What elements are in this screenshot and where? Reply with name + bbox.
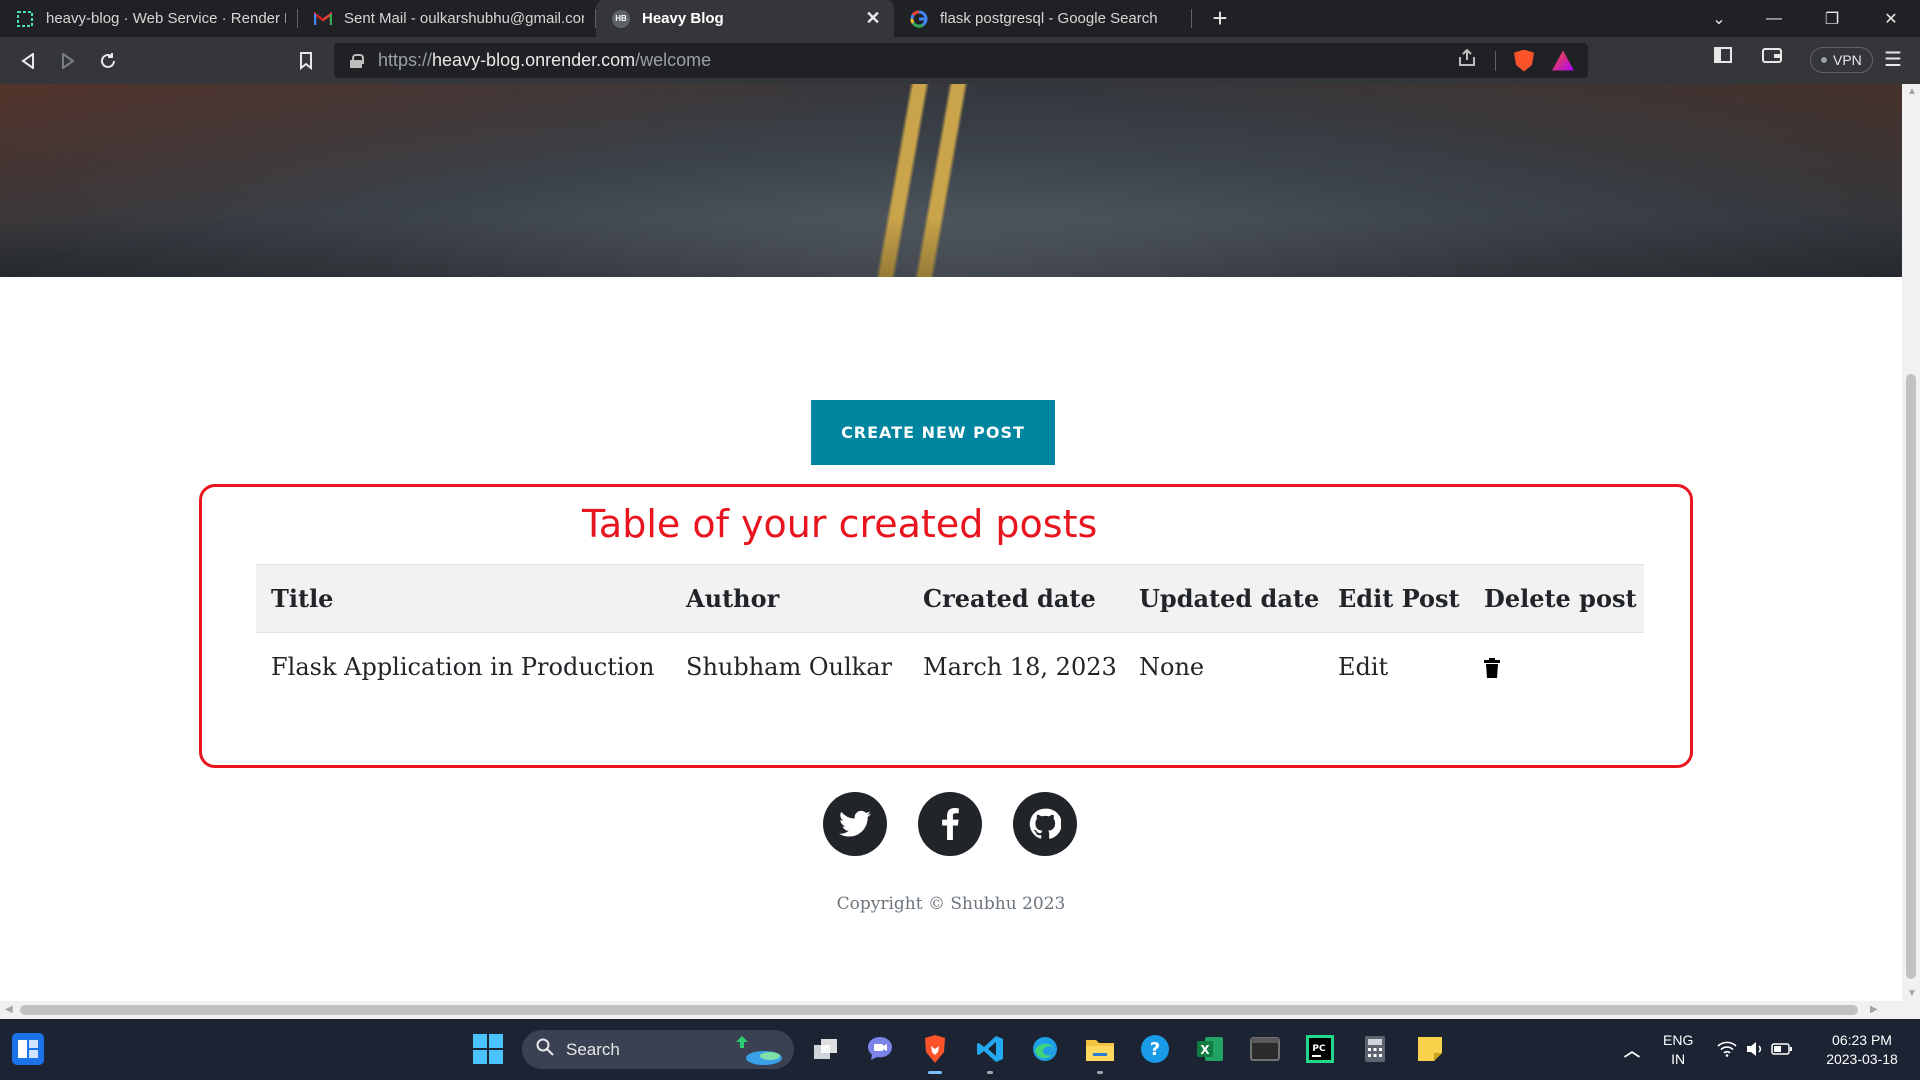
annotation-label: Table of your created posts: [582, 502, 1098, 546]
posts-table: Title Author Created date Updated date E…: [256, 564, 1644, 701]
sticky-notes-icon[interactable]: [1414, 1033, 1446, 1065]
taskbar-search[interactable]: Search: [522, 1030, 794, 1069]
sidebar-toggle-icon[interactable]: [1714, 47, 1732, 68]
pycharm-icon[interactable]: PC: [1304, 1033, 1336, 1065]
bookmark-icon[interactable]: [292, 47, 320, 75]
heavy-blog-favicon: HB: [612, 9, 630, 28]
tab-label: flask postgresql - Google Search: [940, 10, 1158, 27]
lock-icon[interactable]: [350, 53, 364, 68]
tab-heavy-blog[interactable]: HB Heavy Blog ✕: [596, 0, 894, 37]
excel-icon[interactable]: X: [1194, 1033, 1226, 1065]
svg-text:PC: PC: [1312, 1044, 1326, 1054]
vscode-icon[interactable]: [974, 1033, 1006, 1065]
edit-post-link[interactable]: Edit: [1323, 633, 1469, 701]
file-explorer-icon[interactable]: [1084, 1033, 1116, 1065]
help-icon[interactable]: ?: [1139, 1033, 1171, 1065]
tab-label: Sent Mail - oulkarshubhu@gmail.com: [344, 10, 584, 27]
vertical-scrollbar[interactable]: ▲ ▼: [1902, 84, 1920, 1001]
google-icon: [910, 10, 928, 28]
post-title: Flask Application in Production: [271, 652, 655, 681]
brave-browser-icon[interactable]: [919, 1033, 951, 1065]
calculator-icon[interactable]: [1359, 1033, 1391, 1065]
horizontal-scrollbar[interactable]: ◀ ▶: [0, 1001, 1920, 1019]
new-tab-button[interactable]: +: [1200, 0, 1240, 37]
svg-text:X: X: [1200, 1043, 1210, 1057]
post-created-date: March 18, 2023: [923, 652, 1117, 681]
reload-icon[interactable]: [94, 47, 122, 75]
column-header-updated: Updated date: [1124, 564, 1323, 633]
back-icon[interactable]: [14, 47, 42, 75]
clock[interactable]: 06:23 PM 2023-03-18: [1814, 1031, 1910, 1069]
language-indicator[interactable]: ENG IN: [1663, 1031, 1693, 1069]
brave-shields-icon[interactable]: [1514, 49, 1534, 72]
windows-taskbar: Search ? X PC ︿ ENG IN 06:23 PM 2023-03-…: [0, 1019, 1920, 1080]
hero-road-image: [0, 84, 1902, 277]
github-icon[interactable]: [1013, 792, 1077, 856]
scroll-up-arrow-icon[interactable]: ▲: [1907, 86, 1917, 97]
tab-label: Heavy Blog: [642, 10, 724, 27]
task-view-icon[interactable]: [810, 1033, 842, 1065]
tab-gmail[interactable]: Sent Mail - oulkarshubhu@gmail.com: [298, 0, 596, 37]
url-text[interactable]: https://heavy-blog.onrender.com/welcome: [378, 50, 711, 71]
scroll-left-arrow-icon[interactable]: ◀: [5, 1004, 13, 1015]
vertical-scrollbar-thumb[interactable]: [1906, 374, 1916, 979]
windows-start-icon[interactable]: [472, 1033, 504, 1065]
explorer-open-indicator: [1097, 1071, 1103, 1074]
tab-google-search[interactable]: flask postgresql - Google Search: [894, 0, 1192, 37]
close-tab-icon[interactable]: ✕: [864, 8, 882, 29]
svg-text:?: ?: [1150, 1039, 1160, 1060]
tab-label: heavy-blog · Web Service · Render Da: [46, 10, 286, 27]
divider: [1495, 50, 1496, 71]
vpn-status-dot: [1821, 57, 1827, 63]
trash-icon[interactable]: [1484, 656, 1500, 678]
table-header-row: Title Author Created date Updated date E…: [256, 564, 1644, 633]
delete-post-cell: [1469, 633, 1644, 701]
search-icon: [536, 1038, 554, 1061]
facebook-icon[interactable]: [918, 792, 982, 856]
copyright-text: Copyright © Shubhu 2023: [836, 894, 1066, 914]
widgets-icon[interactable]: [12, 1033, 44, 1065]
address-bar[interactable]: https://heavy-blog.onrender.com/welcome …: [334, 43, 1588, 78]
vscode-open-indicator: [987, 1071, 993, 1074]
brave-active-indicator: [928, 1071, 942, 1074]
column-header-title: Title: [256, 564, 671, 633]
rewards-badge: 7: [1566, 50, 1574, 59]
post-author: Shubham Oulkar: [686, 652, 893, 681]
restore-button[interactable]: ❐: [1803, 0, 1861, 37]
battery-icon[interactable]: [1766, 1033, 1798, 1065]
close-window-button[interactable]: ✕: [1862, 0, 1920, 37]
table-row: Flask Application in Production Shubham …: [256, 633, 1644, 701]
chevron-up-icon[interactable]: ︿: [1616, 1033, 1648, 1065]
browser-tab-strip: heavy-blog · Web Service · Render Da Sen…: [0, 0, 1920, 37]
recycle-bing-icon: [728, 1034, 784, 1071]
post-updated-date: None: [1139, 652, 1205, 681]
column-header-delete: Delete post: [1469, 564, 1644, 633]
teams-chat-icon[interactable]: [864, 1033, 896, 1065]
tab-search-chevron-icon[interactable]: ⌄: [1690, 0, 1748, 37]
render-icon: [16, 10, 34, 28]
terminal-icon[interactable]: [1249, 1033, 1281, 1065]
menu-icon[interactable]: ☰: [1884, 47, 1902, 72]
column-header-edit: Edit Post: [1323, 564, 1469, 633]
scroll-right-arrow-icon[interactable]: ▶: [1870, 1004, 1878, 1015]
minimize-button[interactable]: —: [1745, 0, 1803, 37]
twitter-icon[interactable]: [823, 792, 887, 856]
gmail-icon: [314, 10, 332, 28]
create-new-post-button[interactable]: CREATE NEW POST: [811, 400, 1055, 465]
forward-icon[interactable]: [54, 47, 82, 75]
page-viewport: CREATE NEW POST Table of your created po…: [0, 84, 1902, 1001]
wallet-icon[interactable]: [1762, 47, 1782, 68]
tab-render[interactable]: heavy-blog · Web Service · Render Da: [0, 0, 298, 37]
column-header-author: Author: [671, 564, 908, 633]
browser-toolbar: https://heavy-blog.onrender.com/welcome …: [0, 37, 1920, 84]
share-icon[interactable]: [1457, 48, 1477, 72]
search-label: Search: [566, 1039, 620, 1059]
horizontal-scrollbar-thumb[interactable]: [20, 1005, 1858, 1015]
column-header-created: Created date: [908, 564, 1124, 633]
scroll-down-arrow-icon[interactable]: ▼: [1907, 988, 1917, 999]
vpn-button[interactable]: VPN: [1810, 47, 1873, 73]
brave-rewards-icon[interactable]: 7: [1552, 50, 1574, 71]
edge-icon[interactable]: [1029, 1033, 1061, 1065]
